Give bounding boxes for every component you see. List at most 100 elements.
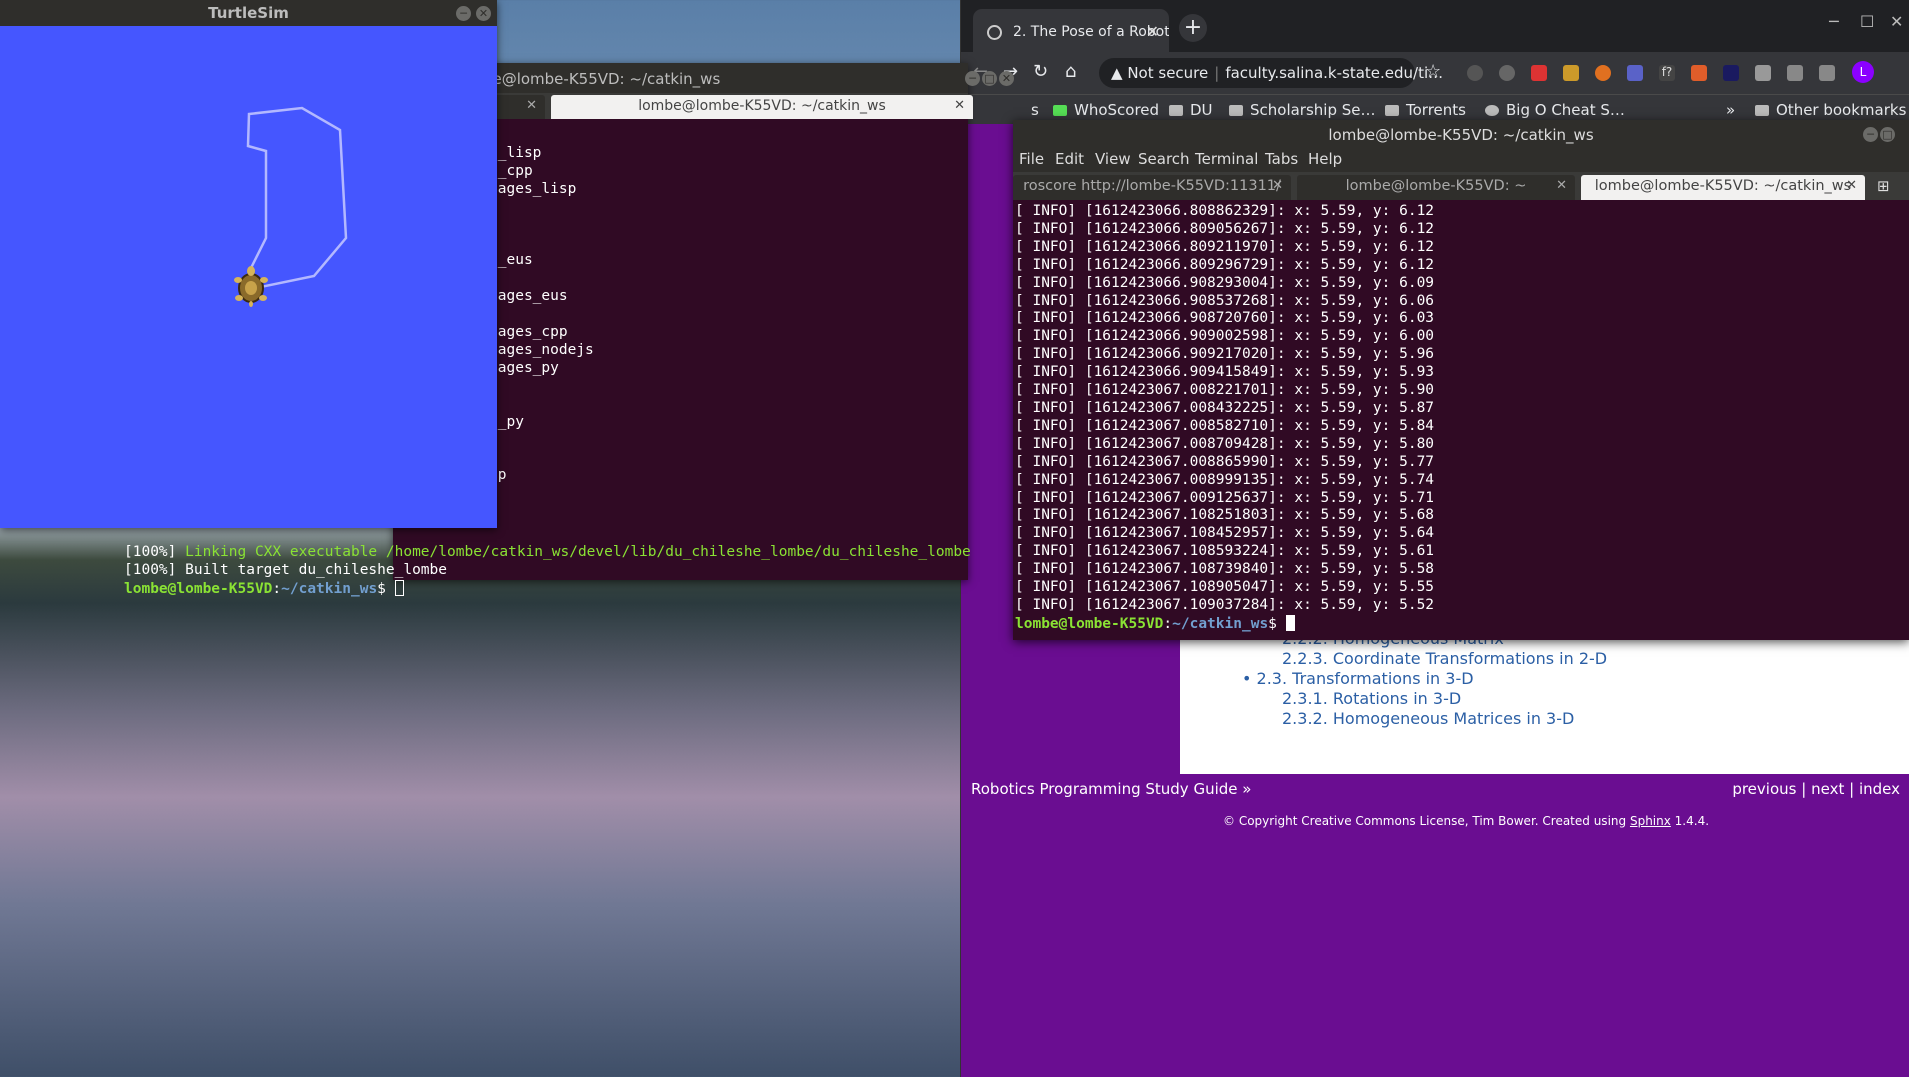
menu-view[interactable]: View	[1095, 150, 1131, 168]
cursor	[394, 579, 404, 596]
log-line: [ INFO] [1612423067.008582710]: x: 5.59,…	[1015, 417, 1435, 434]
sphinx-link[interactable]: Sphinx	[1630, 814, 1671, 828]
close-icon[interactable]: ✕	[999, 71, 1014, 86]
bookmark-whoscored[interactable]: WhoScored	[1053, 101, 1159, 119]
terminal-menubar: File Edit View Search Terminal Tabs Help	[1013, 148, 1909, 172]
bookmark-du[interactable]: DU	[1169, 101, 1213, 119]
terminal-prompt[interactable]: lombe@lombe-K55VD:~/catkin_ws$	[1015, 614, 1434, 634]
next-link[interactable]: next	[1811, 780, 1844, 798]
address-bar[interactable]: ▲ Not secure | faculty.salina.k-state.edu/…	[1099, 58, 1443, 88]
extension-dark-icon[interactable]	[1723, 65, 1739, 81]
folder-icon	[1169, 105, 1183, 116]
extension-yellow-icon[interactable]	[1563, 65, 1579, 81]
terminal-tab-roscore[interactable]: roscore http://lombe-K55VD:11311/ ✕	[1013, 175, 1291, 200]
log-line: [ INFO] [1612423067.009125637]: x: 5.59,…	[1015, 489, 1435, 506]
menu-edit[interactable]: Edit	[1055, 150, 1084, 168]
bookmarks-overflow[interactable]: »	[1726, 101, 1735, 119]
previous-link[interactable]: previous	[1732, 780, 1796, 798]
tab-favicon-icon	[987, 25, 1002, 40]
maximize-icon[interactable]: □	[982, 71, 997, 86]
new-tab-icon[interactable]: ⊞	[1877, 177, 1890, 195]
menu-file[interactable]: File	[1019, 150, 1044, 168]
log-line: [ INFO] [1612423066.908537268]: x: 5.59,…	[1015, 292, 1435, 309]
profile-avatar[interactable]: L	[1852, 61, 1874, 83]
log-line: [ INFO] [1612423067.008865990]: x: 5.59,…	[1015, 453, 1435, 470]
turtle-icon	[234, 266, 268, 307]
build-line: [100%] Built target du_chileshe_lombe	[124, 561, 448, 578]
minimize-icon[interactable]: ─	[1829, 12, 1839, 31]
turtlesim-canvas	[234, 106, 348, 307]
log-line: [ INFO] [1612423067.108251803]: x: 5.59,…	[1015, 507, 1435, 524]
extensions-puzzle-icon[interactable]	[1819, 65, 1835, 81]
tab-close-icon[interactable]: ✕	[954, 98, 965, 113]
log-line: [ INFO] [1612423067.108593224]: x: 5.59,…	[1015, 543, 1435, 560]
terminal-prompt[interactable]: lombe@lombe-K55VD:~/catkin_ws$	[124, 579, 404, 597]
terminal-tab-active[interactable]: lombe@lombe-K55VD: ~/catkin_ws ✕	[551, 95, 973, 119]
log-line: [ INFO] [1612423067.108739840]: x: 5.59,…	[1015, 561, 1435, 578]
log-line: [ INFO] [1612423067.108905047]: x: 5.59,…	[1015, 579, 1435, 596]
extension-s-icon[interactable]	[1467, 65, 1483, 81]
warning-icon: ▲	[1111, 64, 1123, 82]
extension-f-icon[interactable]: f?	[1659, 65, 1675, 81]
terminal-tab-active[interactable]: lombe@lombe-K55VD: ~/catkin_ws ✕	[1581, 175, 1865, 200]
tab-close-icon[interactable]: ✕	[1556, 178, 1567, 193]
toc-link[interactable]: 2.3.2. Homogeneous Matrices in 3-D	[1212, 709, 1607, 729]
menu-help[interactable]: Help	[1308, 150, 1342, 168]
log-line: [ INFO] [1612423067.109037284]: x: 5.59,…	[1015, 596, 1435, 613]
toc: 2.2.2. Homogeneous Matrix 2.2.3. Coordin…	[1212, 629, 1607, 729]
home-icon[interactable]: ⌂	[1065, 61, 1076, 82]
bookmark-torrents[interactable]: Torrents	[1385, 101, 1466, 119]
index-link[interactable]: index	[1859, 780, 1900, 798]
folder-icon	[1755, 105, 1769, 116]
browser-tab[interactable]: 2. The Pose of a Robot — ✕	[973, 9, 1169, 52]
extension-red-icon[interactable]	[1531, 65, 1547, 81]
tab-close-icon[interactable]: ✕	[526, 98, 537, 113]
extension-orange-icon[interactable]	[1595, 65, 1611, 81]
bookmark-star-icon[interactable]: ☆	[1425, 61, 1441, 82]
log-line: [ INFO] [1612423066.908720760]: x: 5.59,…	[1015, 310, 1435, 327]
minimize-icon[interactable]: ─	[1863, 127, 1878, 142]
tab-close-icon[interactable]: ✕	[1846, 178, 1857, 193]
log-line: [ INFO] [1612423067.008999135]: x: 5.59,…	[1015, 471, 1435, 488]
extension-blue-icon[interactable]	[1627, 65, 1643, 81]
tab-close-icon[interactable]: ✕	[1272, 178, 1283, 193]
toc-link[interactable]: 2.3.1. Rotations in 3-D	[1212, 689, 1607, 709]
toc-link[interactable]: • 2.3. Transformations in 3-D	[1212, 669, 1607, 689]
bookmark-big-o[interactable]: Big O Cheat S…	[1485, 101, 1625, 119]
extension-layers-icon[interactable]	[1787, 65, 1803, 81]
menu-tabs[interactable]: Tabs	[1265, 150, 1298, 168]
reload-icon[interactable]: ↻	[1033, 61, 1048, 82]
url-text: faculty.salina.k-state.edu/ti…	[1225, 64, 1444, 82]
extension-fox-icon[interactable]	[1691, 65, 1707, 81]
log-line: [ INFO] [1612423067.008432225]: x: 5.59,…	[1015, 399, 1435, 416]
terminal-tabs: roscore http://lombe-K55VD:11311/ ✕ lomb…	[1013, 172, 1909, 200]
footer-nav: previous | next | index	[1732, 780, 1900, 798]
extension-doc-icon[interactable]	[1755, 65, 1771, 81]
minimize-icon[interactable]: ─	[456, 6, 471, 21]
other-bookmarks[interactable]: Other bookmarks	[1755, 101, 1906, 119]
footer-study-guide-link[interactable]: Robotics Programming Study Guide »	[971, 780, 1251, 798]
minimize-icon[interactable]: ─	[965, 71, 980, 86]
log-line: [ INFO] [1612423067.108452957]: x: 5.59,…	[1015, 525, 1435, 542]
maximize-icon[interactable]: ☐	[1860, 12, 1874, 31]
terminal-tab-home[interactable]: lombe@lombe-K55VD: ~ ✕	[1297, 175, 1575, 200]
log-line: [ INFO] [1612423066.809056267]: x: 5.59,…	[1015, 220, 1435, 237]
extension-icon[interactable]	[1499, 65, 1515, 81]
bookmark-item[interactable]: s	[1031, 101, 1039, 119]
browser-toolbar: ← → ↻ ⌂ ▲ Not secure|faculty.salina.k-st…	[961, 52, 1909, 94]
folder-icon	[1385, 105, 1399, 116]
bookmark-scholarship[interactable]: Scholarship Se…	[1229, 101, 1376, 119]
new-tab-button[interactable]: +	[1179, 14, 1207, 42]
tab-close-icon[interactable]: ✕	[1146, 22, 1159, 41]
toc-link[interactable]: 2.2.3. Coordinate Transformations in 2-D	[1212, 649, 1607, 669]
log-line: [ INFO] [1612423066.909002598]: x: 5.59,…	[1015, 328, 1435, 345]
maximize-icon[interactable]: □	[1880, 127, 1895, 142]
globe-icon	[1485, 105, 1499, 116]
close-icon[interactable]: ✕	[476, 6, 491, 21]
folder-icon	[1229, 105, 1243, 116]
menu-search[interactable]: Search	[1138, 150, 1190, 168]
close-window-icon[interactable]: ✕	[1890, 12, 1903, 31]
log-line: [ INFO] [1612423066.908293004]: x: 5.59,…	[1015, 274, 1435, 291]
whoscored-icon	[1053, 105, 1067, 116]
menu-terminal[interactable]: Terminal	[1195, 150, 1258, 168]
